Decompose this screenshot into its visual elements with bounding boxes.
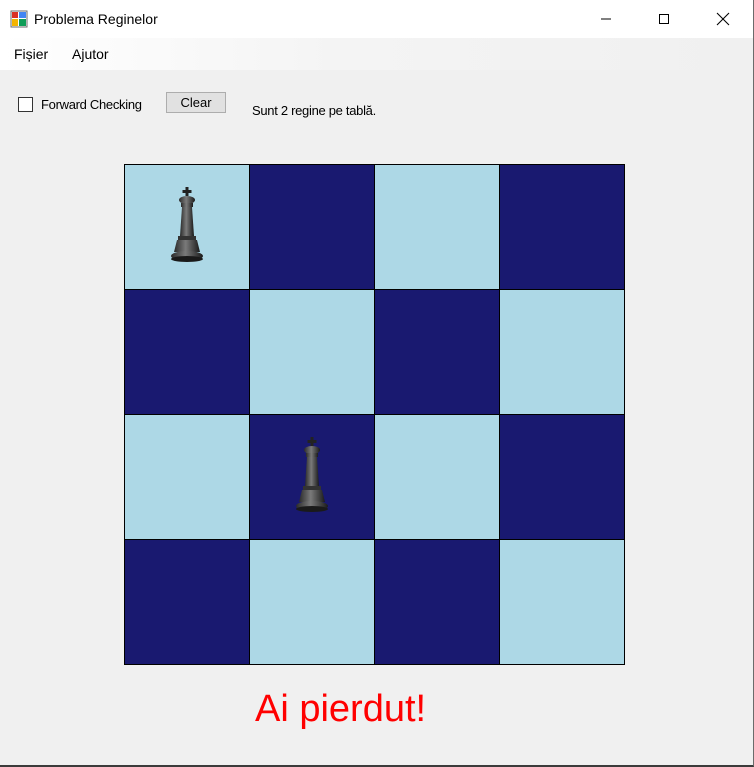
menu-ajutor[interactable]: Ajutor [72, 46, 109, 62]
app-window: Problema Reginelor Fișier Ajutor Forward… [0, 0, 754, 767]
board-cell[interactable] [250, 540, 375, 665]
queen-icon [167, 186, 207, 266]
board-cell[interactable] [375, 415, 500, 540]
board-cell[interactable] [250, 165, 375, 290]
board-cell[interactable] [125, 290, 250, 415]
forward-checking-label[interactable]: Forward Checking [41, 97, 142, 112]
board-cell[interactable] [375, 290, 500, 415]
chess-board [124, 164, 625, 665]
maximize-icon [659, 14, 669, 24]
menu-fisier[interactable]: Fișier [14, 46, 48, 62]
close-icon [716, 12, 730, 26]
maximize-button[interactable] [635, 0, 693, 38]
board-cell[interactable] [500, 540, 625, 665]
minimize-icon [601, 18, 611, 20]
board-cell[interactable] [125, 415, 250, 540]
board-cell[interactable] [375, 165, 500, 290]
clear-button[interactable]: Clear [166, 92, 226, 113]
status-text: Sunt 2 regine pe tablă. [252, 103, 376, 118]
menu-bar: Fișier Ajutor [0, 38, 753, 70]
board-cell[interactable] [125, 165, 250, 290]
result-message: Ai pierdut! [255, 688, 427, 730]
board-cell[interactable] [500, 290, 625, 415]
board-cell[interactable] [500, 165, 625, 290]
app-icon [10, 10, 28, 28]
window-title: Problema Reginelor [34, 11, 158, 27]
board-cell[interactable] [375, 540, 500, 665]
board-cell[interactable] [250, 415, 375, 540]
close-button[interactable] [694, 0, 752, 38]
queen-icon [292, 436, 332, 516]
minimize-button[interactable] [577, 0, 635, 38]
forward-checking-checkbox[interactable] [18, 97, 33, 112]
board-cell[interactable] [125, 540, 250, 665]
board-cell[interactable] [500, 415, 625, 540]
title-bar[interactable]: Problema Reginelor [0, 0, 753, 38]
board-cell[interactable] [250, 290, 375, 415]
